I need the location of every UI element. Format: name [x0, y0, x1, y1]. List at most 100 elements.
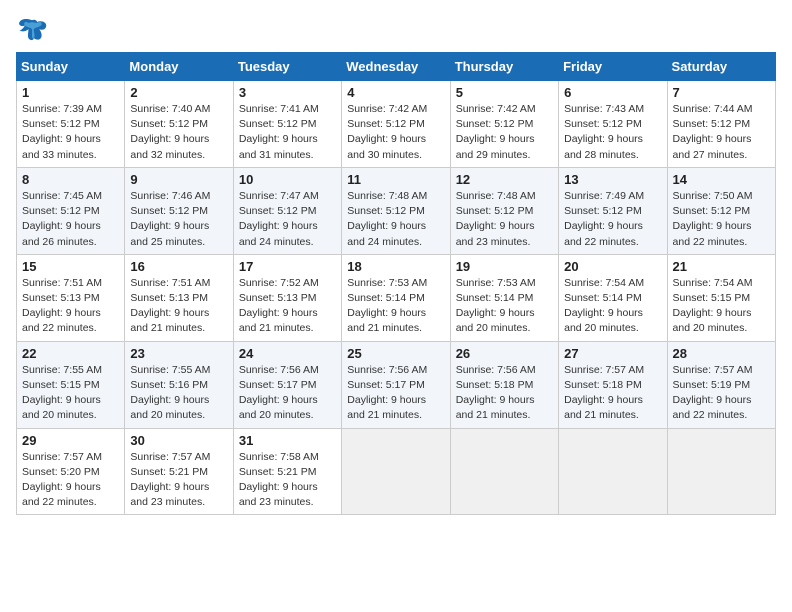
weekday-header: Tuesday	[233, 53, 341, 81]
calendar-week-row: 1 Sunrise: 7:39 AMSunset: 5:12 PMDayligh…	[17, 81, 776, 168]
calendar-cell: 28 Sunrise: 7:57 AMSunset: 5:19 PMDaylig…	[667, 341, 775, 428]
page-header	[16, 16, 776, 44]
day-number: 10	[239, 172, 336, 187]
day-number: 12	[456, 172, 553, 187]
calendar-week-row: 29 Sunrise: 7:57 AMSunset: 5:20 PMDaylig…	[17, 428, 776, 515]
day-info: Sunrise: 7:50 AMSunset: 5:12 PMDaylight:…	[673, 189, 770, 250]
day-number: 7	[673, 85, 770, 100]
logo-icon	[16, 16, 48, 44]
calendar-cell: 5 Sunrise: 7:42 AMSunset: 5:12 PMDayligh…	[450, 81, 558, 168]
day-number: 25	[347, 346, 444, 361]
weekday-header: Monday	[125, 53, 233, 81]
calendar-cell: 11 Sunrise: 7:48 AMSunset: 5:12 PMDaylig…	[342, 167, 450, 254]
calendar-cell: 9 Sunrise: 7:46 AMSunset: 5:12 PMDayligh…	[125, 167, 233, 254]
day-number: 20	[564, 259, 661, 274]
calendar-cell	[450, 428, 558, 515]
day-number: 1	[22, 85, 119, 100]
calendar-cell	[342, 428, 450, 515]
day-info: Sunrise: 7:53 AMSunset: 5:14 PMDaylight:…	[347, 276, 444, 337]
logo	[16, 16, 52, 44]
day-number: 8	[22, 172, 119, 187]
day-info: Sunrise: 7:46 AMSunset: 5:12 PMDaylight:…	[130, 189, 227, 250]
day-number: 2	[130, 85, 227, 100]
day-number: 5	[456, 85, 553, 100]
calendar-week-row: 15 Sunrise: 7:51 AMSunset: 5:13 PMDaylig…	[17, 254, 776, 341]
day-number: 18	[347, 259, 444, 274]
calendar-table: SundayMondayTuesdayWednesdayThursdayFrid…	[16, 52, 776, 515]
calendar-cell	[667, 428, 775, 515]
day-number: 16	[130, 259, 227, 274]
day-number: 3	[239, 85, 336, 100]
calendar-cell: 26 Sunrise: 7:56 AMSunset: 5:18 PMDaylig…	[450, 341, 558, 428]
weekday-header: Wednesday	[342, 53, 450, 81]
calendar-cell: 18 Sunrise: 7:53 AMSunset: 5:14 PMDaylig…	[342, 254, 450, 341]
day-info: Sunrise: 7:40 AMSunset: 5:12 PMDaylight:…	[130, 102, 227, 163]
calendar-cell: 23 Sunrise: 7:55 AMSunset: 5:16 PMDaylig…	[125, 341, 233, 428]
calendar-cell: 19 Sunrise: 7:53 AMSunset: 5:14 PMDaylig…	[450, 254, 558, 341]
day-info: Sunrise: 7:43 AMSunset: 5:12 PMDaylight:…	[564, 102, 661, 163]
day-info: Sunrise: 7:57 AMSunset: 5:19 PMDaylight:…	[673, 363, 770, 424]
calendar-cell	[559, 428, 667, 515]
day-info: Sunrise: 7:53 AMSunset: 5:14 PMDaylight:…	[456, 276, 553, 337]
day-info: Sunrise: 7:56 AMSunset: 5:18 PMDaylight:…	[456, 363, 553, 424]
calendar-cell: 31 Sunrise: 7:58 AMSunset: 5:21 PMDaylig…	[233, 428, 341, 515]
calendar-cell: 27 Sunrise: 7:57 AMSunset: 5:18 PMDaylig…	[559, 341, 667, 428]
day-number: 30	[130, 433, 227, 448]
calendar-cell: 15 Sunrise: 7:51 AMSunset: 5:13 PMDaylig…	[17, 254, 125, 341]
calendar-cell: 10 Sunrise: 7:47 AMSunset: 5:12 PMDaylig…	[233, 167, 341, 254]
day-number: 13	[564, 172, 661, 187]
day-number: 15	[22, 259, 119, 274]
calendar-cell: 20 Sunrise: 7:54 AMSunset: 5:14 PMDaylig…	[559, 254, 667, 341]
calendar-cell: 22 Sunrise: 7:55 AMSunset: 5:15 PMDaylig…	[17, 341, 125, 428]
day-info: Sunrise: 7:57 AMSunset: 5:21 PMDaylight:…	[130, 450, 227, 511]
day-info: Sunrise: 7:41 AMSunset: 5:12 PMDaylight:…	[239, 102, 336, 163]
weekday-header: Friday	[559, 53, 667, 81]
day-info: Sunrise: 7:55 AMSunset: 5:15 PMDaylight:…	[22, 363, 119, 424]
calendar-cell: 3 Sunrise: 7:41 AMSunset: 5:12 PMDayligh…	[233, 81, 341, 168]
day-number: 9	[130, 172, 227, 187]
calendar-cell: 1 Sunrise: 7:39 AMSunset: 5:12 PMDayligh…	[17, 81, 125, 168]
calendar-header-row: SundayMondayTuesdayWednesdayThursdayFrid…	[17, 53, 776, 81]
day-info: Sunrise: 7:51 AMSunset: 5:13 PMDaylight:…	[22, 276, 119, 337]
day-info: Sunrise: 7:54 AMSunset: 5:14 PMDaylight:…	[564, 276, 661, 337]
day-info: Sunrise: 7:44 AMSunset: 5:12 PMDaylight:…	[673, 102, 770, 163]
day-number: 19	[456, 259, 553, 274]
day-info: Sunrise: 7:57 AMSunset: 5:20 PMDaylight:…	[22, 450, 119, 511]
day-number: 17	[239, 259, 336, 274]
calendar-cell: 12 Sunrise: 7:48 AMSunset: 5:12 PMDaylig…	[450, 167, 558, 254]
calendar-cell: 13 Sunrise: 7:49 AMSunset: 5:12 PMDaylig…	[559, 167, 667, 254]
day-number: 28	[673, 346, 770, 361]
day-info: Sunrise: 7:42 AMSunset: 5:12 PMDaylight:…	[347, 102, 444, 163]
calendar-cell: 16 Sunrise: 7:51 AMSunset: 5:13 PMDaylig…	[125, 254, 233, 341]
day-info: Sunrise: 7:49 AMSunset: 5:12 PMDaylight:…	[564, 189, 661, 250]
day-number: 26	[456, 346, 553, 361]
calendar-cell: 2 Sunrise: 7:40 AMSunset: 5:12 PMDayligh…	[125, 81, 233, 168]
day-number: 21	[673, 259, 770, 274]
day-number: 24	[239, 346, 336, 361]
calendar-cell: 24 Sunrise: 7:56 AMSunset: 5:17 PMDaylig…	[233, 341, 341, 428]
calendar-cell: 30 Sunrise: 7:57 AMSunset: 5:21 PMDaylig…	[125, 428, 233, 515]
day-number: 31	[239, 433, 336, 448]
day-number: 6	[564, 85, 661, 100]
day-info: Sunrise: 7:56 AMSunset: 5:17 PMDaylight:…	[347, 363, 444, 424]
day-info: Sunrise: 7:52 AMSunset: 5:13 PMDaylight:…	[239, 276, 336, 337]
calendar-week-row: 8 Sunrise: 7:45 AMSunset: 5:12 PMDayligh…	[17, 167, 776, 254]
day-info: Sunrise: 7:57 AMSunset: 5:18 PMDaylight:…	[564, 363, 661, 424]
day-number: 29	[22, 433, 119, 448]
weekday-header: Sunday	[17, 53, 125, 81]
day-info: Sunrise: 7:51 AMSunset: 5:13 PMDaylight:…	[130, 276, 227, 337]
day-number: 11	[347, 172, 444, 187]
day-info: Sunrise: 7:48 AMSunset: 5:12 PMDaylight:…	[456, 189, 553, 250]
day-info: Sunrise: 7:55 AMSunset: 5:16 PMDaylight:…	[130, 363, 227, 424]
day-info: Sunrise: 7:42 AMSunset: 5:12 PMDaylight:…	[456, 102, 553, 163]
day-info: Sunrise: 7:58 AMSunset: 5:21 PMDaylight:…	[239, 450, 336, 511]
calendar-cell: 21 Sunrise: 7:54 AMSunset: 5:15 PMDaylig…	[667, 254, 775, 341]
calendar-week-row: 22 Sunrise: 7:55 AMSunset: 5:15 PMDaylig…	[17, 341, 776, 428]
calendar-cell: 6 Sunrise: 7:43 AMSunset: 5:12 PMDayligh…	[559, 81, 667, 168]
day-info: Sunrise: 7:39 AMSunset: 5:12 PMDaylight:…	[22, 102, 119, 163]
day-info: Sunrise: 7:48 AMSunset: 5:12 PMDaylight:…	[347, 189, 444, 250]
weekday-header: Saturday	[667, 53, 775, 81]
calendar-cell: 8 Sunrise: 7:45 AMSunset: 5:12 PMDayligh…	[17, 167, 125, 254]
calendar-cell: 29 Sunrise: 7:57 AMSunset: 5:20 PMDaylig…	[17, 428, 125, 515]
day-number: 14	[673, 172, 770, 187]
